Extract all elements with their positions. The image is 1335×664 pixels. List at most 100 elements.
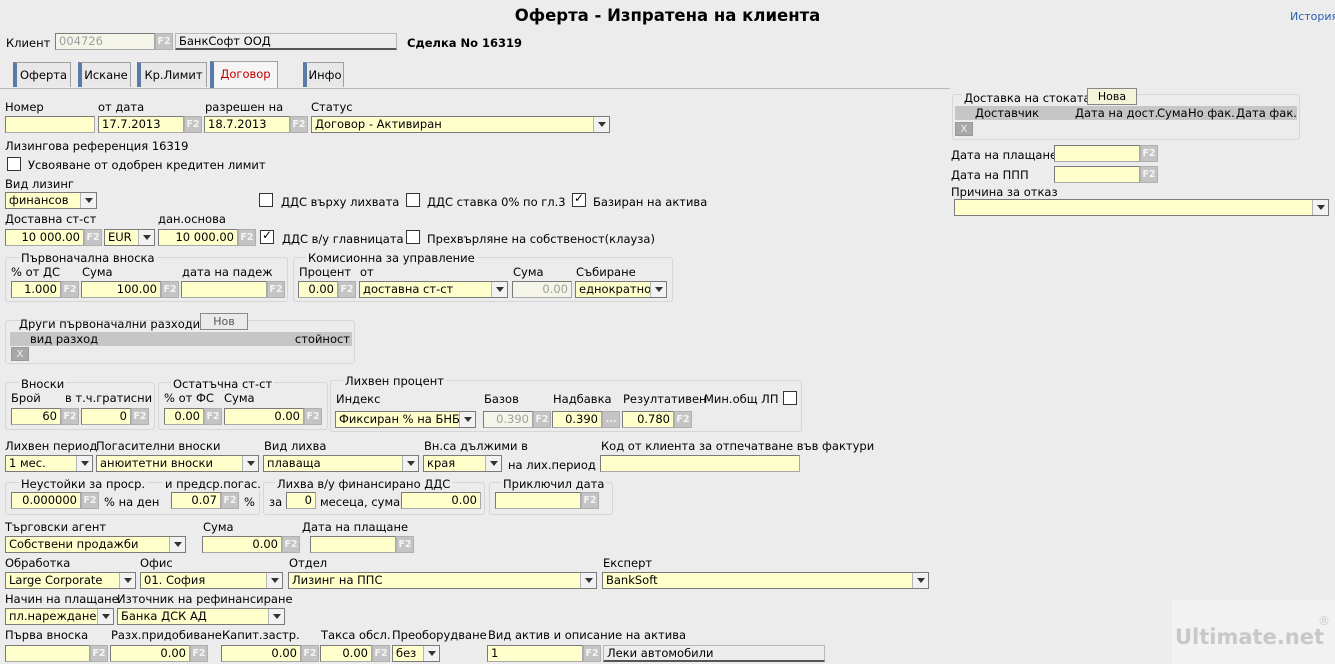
down-payment-due-field[interactable] [181, 281, 267, 298]
interest-effective-field[interactable]: 0.780 [622, 411, 674, 428]
interest-effective-f2-button[interactable]: F2 [674, 411, 692, 428]
residual-pct-f2-button[interactable]: F2 [204, 408, 222, 425]
acquisition-cost-field[interactable]: 0.00 [110, 645, 190, 662]
service-fee-f2-button[interactable]: F2 [372, 645, 390, 662]
history-link[interactable]: История [1290, 10, 1335, 24]
repayment-select[interactable]: анюитетни вноски [96, 455, 259, 472]
residual-sum-field[interactable]: 0.00 [224, 408, 304, 425]
tax-base-field[interactable]: 10 000.00 [158, 229, 238, 246]
department-select[interactable]: Лизинг на ППС [288, 572, 597, 589]
penalty-early-f2-button[interactable]: F2 [221, 492, 239, 509]
add-cost-button[interactable]: Нов [200, 313, 248, 330]
agent-sum-field[interactable]: 0.00 [202, 536, 282, 553]
interest-margin-field[interactable]: 0.390 [552, 411, 602, 428]
closed-date-picker-button[interactable]: F2 [581, 492, 599, 509]
down-payment-pct-field[interactable]: 1.000 [11, 281, 61, 298]
closed-date-field[interactable] [495, 492, 581, 509]
tab-info[interactable]: Инфо [303, 62, 344, 87]
penalty-daily-f2-button[interactable]: F2 [81, 492, 99, 509]
client-code-field[interactable]: 004726 [55, 33, 155, 50]
acquisition-cost-f2-button[interactable]: F2 [190, 645, 208, 662]
client-lookup-button[interactable]: F2 [155, 33, 173, 50]
penalty-daily-field[interactable]: 0.000000 [11, 492, 81, 509]
service-fee-field[interactable]: 0.00 [320, 645, 372, 662]
new-delivery-button[interactable]: Нова [1087, 88, 1137, 105]
vat-zero-checkbox[interactable] [406, 193, 420, 207]
agent-sum-f2-button[interactable]: F2 [282, 536, 300, 553]
tab-request[interactable]: Искане [78, 62, 131, 87]
down-payment-sum-field[interactable]: 100.00 [81, 281, 161, 298]
rate-type-select[interactable]: плаваща [263, 455, 419, 472]
agent-pay-date-picker-button[interactable]: F2 [396, 536, 414, 553]
installments-grace-f2-button[interactable]: F2 [131, 408, 149, 425]
installments-count-f2-button[interactable]: F2 [61, 408, 79, 425]
from-date-field[interactable]: 17.7.2013 [98, 116, 184, 133]
agent-select[interactable]: Собствени продажби [5, 536, 186, 553]
vat-interest-checkbox[interactable] [259, 193, 273, 207]
tab-credit-limit[interactable]: Кр.Лимит [137, 62, 207, 87]
processing-select[interactable]: Large Corporate [5, 572, 136, 589]
commission-from-select[interactable]: доставна ст-ст [359, 281, 508, 298]
interest-min-checkbox[interactable] [783, 391, 797, 405]
commission-collect-select[interactable]: еднократно [575, 281, 667, 298]
due-select[interactable]: края [423, 455, 502, 472]
refinance-select[interactable]: Банка ДСК АД [117, 608, 285, 625]
interest-period-select[interactable]: 1 мес. [5, 455, 93, 472]
client-invoice-code-field[interactable] [600, 455, 800, 472]
vat-principal-checkbox[interactable] [260, 228, 274, 244]
down-payment-pct-f2-button[interactable]: F2 [61, 281, 79, 298]
refusal-reason-select[interactable] [954, 199, 1329, 216]
commission-pct-f2-button[interactable]: F2 [338, 281, 356, 298]
penalty-early-field[interactable]: 0.07 [171, 492, 221, 509]
installments-count-field[interactable]: 60 [11, 408, 61, 425]
other-costs-legend: Други първоначални разходи [19, 317, 201, 331]
agent-pay-date-field[interactable] [310, 536, 396, 553]
interest-index-select[interactable]: Фиксиран % на БНБ [335, 411, 476, 428]
ppp-date-picker-button[interactable]: F2 [1140, 166, 1158, 183]
insurance-f2-button[interactable]: F2 [301, 645, 319, 662]
installments-grace-field[interactable]: 0 [81, 408, 131, 425]
delivery-pay-date-picker-button[interactable]: F2 [1140, 145, 1158, 162]
asset-code-field[interactable]: 1 [487, 645, 583, 662]
asset-lookup-button[interactable]: F2 [583, 645, 601, 662]
tab-offer[interactable]: Оферта [13, 62, 71, 87]
agent-sum-label: Сума [203, 520, 234, 534]
expert-select[interactable]: BankSoft [602, 572, 929, 589]
ppp-date-field[interactable] [1054, 166, 1140, 183]
from-date-picker-button[interactable]: F2 [184, 116, 202, 133]
currency-select[interactable]: EUR [104, 229, 155, 246]
payment-method-select[interactable]: пл.нареждане [5, 608, 114, 625]
residual-pct-field[interactable]: 0.00 [164, 408, 204, 425]
delete-delivery-button[interactable]: X [955, 122, 973, 136]
credit-limit-checkbox[interactable] [7, 157, 21, 171]
first-installment-f2-button[interactable]: F2 [90, 645, 108, 662]
tax-base-f2-button[interactable]: F2 [238, 229, 256, 246]
interest-margin-more-button[interactable]: ... [602, 411, 620, 428]
financed-vat-months-field[interactable]: 0 [286, 492, 316, 509]
insurance-field[interactable]: 0.00 [221, 645, 301, 662]
office-select[interactable]: 01. София [140, 572, 283, 589]
delivery-grid-header: Доставчик Дата на дост. Сума Но фак. Дат… [955, 106, 1297, 120]
first-installment-field[interactable] [5, 645, 90, 662]
ownership-checkbox[interactable] [406, 230, 420, 244]
leasing-type-select[interactable]: финансов [5, 192, 97, 209]
interest-base-f2-button[interactable]: F2 [533, 411, 551, 428]
first-installment-label: Първа вноска [5, 628, 89, 642]
approved-date-picker-button[interactable]: F2 [290, 116, 308, 133]
financed-vat-sum-field[interactable]: 0.00 [401, 492, 481, 509]
col-invoice-no: Но фак. [1188, 106, 1235, 120]
delivery-pay-date-field[interactable] [1054, 145, 1140, 162]
commission-pct-field[interactable]: 0.00 [298, 281, 338, 298]
number-field[interactable] [5, 116, 95, 133]
status-select[interactable]: Договор - Активиран [311, 116, 610, 133]
conversion-select[interactable]: без [392, 645, 440, 662]
asset-based-checkbox[interactable] [572, 191, 586, 207]
down-payment-sum-f2-button[interactable]: F2 [161, 281, 179, 298]
delivery-price-field[interactable]: 10 000.00 [5, 229, 84, 246]
delete-cost-button[interactable]: X [11, 347, 29, 361]
tab-contract[interactable]: Договор [210, 61, 278, 88]
delivery-price-f2-button[interactable]: F2 [84, 229, 102, 246]
residual-sum-f2-button[interactable]: F2 [304, 408, 322, 425]
down-payment-due-picker-button[interactable]: F2 [267, 281, 285, 298]
approved-date-field[interactable]: 18.7.2013 [204, 116, 290, 133]
